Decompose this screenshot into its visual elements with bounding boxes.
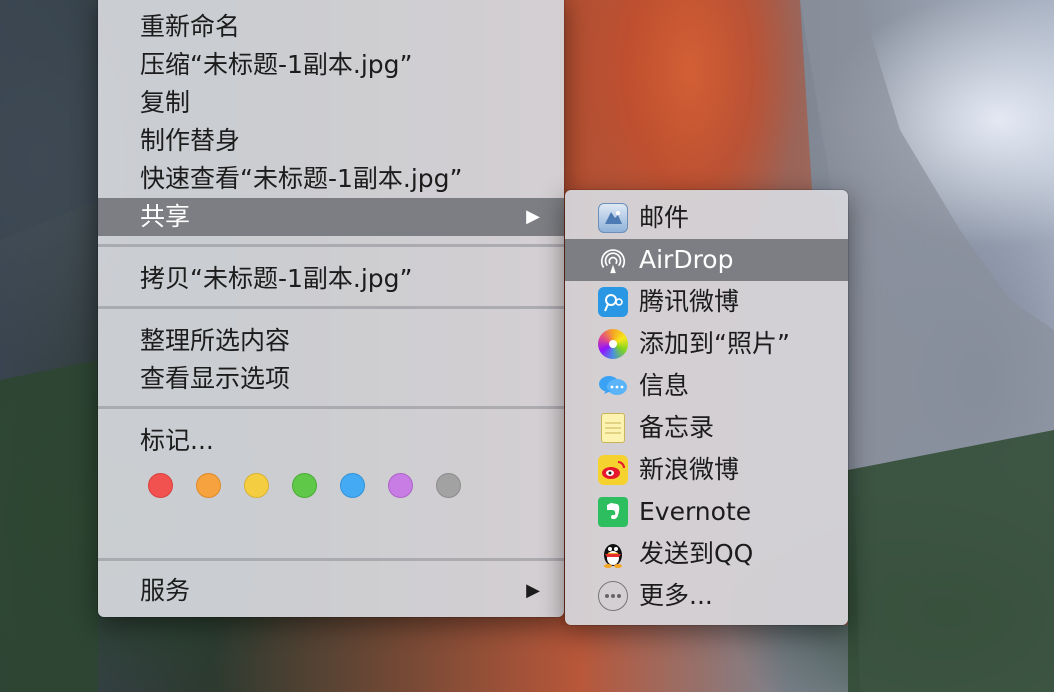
menu-item-quick-look[interactable]: 快速查看“未标题-1副本.jpg” [98, 160, 564, 198]
photos-icon [598, 329, 628, 359]
menu-item-compress[interactable]: 压缩“未标题-1副本.jpg” [98, 46, 564, 84]
menu-separator [98, 306, 564, 309]
qq-icon [598, 539, 628, 569]
share-item-tencent-weibo[interactable]: 腾讯微博 [565, 281, 848, 323]
tag-gray-dot[interactable] [436, 473, 461, 498]
submenu-arrow-icon: ▶ [526, 580, 540, 601]
tag-purple-dot[interactable] [388, 473, 413, 498]
more-icon [598, 581, 628, 611]
share-item-evernote[interactable]: Evernote [565, 491, 848, 533]
tag-green-dot[interactable] [292, 473, 317, 498]
menu-item-copy[interactable]: 拷贝“未标题-1副本.jpg” [98, 260, 564, 298]
menu-item-share[interactable]: 共享 ▶ [98, 198, 564, 236]
notes-icon [601, 413, 625, 443]
menu-separator [98, 558, 564, 561]
menu-item-make-alias[interactable]: 制作替身 [98, 122, 564, 160]
tencent-weibo-icon [598, 287, 628, 317]
menu-item-tags[interactable]: 标记... [98, 422, 564, 460]
sina-weibo-icon [598, 455, 628, 485]
tag-blue-dot[interactable] [340, 473, 365, 498]
menu-item-duplicate[interactable]: 复制 [98, 84, 564, 122]
submenu-arrow-icon: ▶ [526, 206, 540, 227]
airdrop-icon [598, 245, 628, 275]
menu-item-clean-up-selection[interactable]: 整理所选内容 [98, 322, 564, 360]
share-item-notes[interactable]: 备忘录 [565, 407, 848, 449]
tag-yellow-dot[interactable] [244, 473, 269, 498]
evernote-icon [598, 497, 628, 527]
share-item-messages[interactable]: 信息 [565, 365, 848, 407]
menu-separator [98, 406, 564, 409]
tag-red-dot[interactable] [148, 473, 173, 498]
context-menu: 重新命名 压缩“未标题-1副本.jpg” 复制 制作替身 快速查看“未标题-1副… [98, 0, 564, 617]
menu-item-services[interactable]: 服务 ▶ [98, 572, 564, 610]
menu-item-rename[interactable]: 重新命名 [98, 8, 564, 46]
share-item-airdrop[interactable]: AirDrop [565, 239, 848, 281]
share-item-send-to-qq[interactable]: 发送到QQ [565, 533, 848, 575]
messages-icon [598, 371, 628, 401]
share-item-add-to-photos[interactable]: 添加到“照片” [565, 323, 848, 365]
share-item-mail[interactable]: 邮件 [565, 197, 848, 239]
tag-orange-dot[interactable] [196, 473, 221, 498]
mail-icon [598, 203, 628, 233]
menu-separator [98, 244, 564, 247]
share-submenu: 邮件 AirDrop 腾讯微博 添加到“照片” 信息 备忘录 新浪微博 Ever… [565, 190, 848, 625]
menu-item-show-view-options[interactable]: 查看显示选项 [98, 360, 564, 398]
share-item-sina-weibo[interactable]: 新浪微博 [565, 449, 848, 491]
share-item-more[interactable]: 更多... [565, 575, 848, 617]
